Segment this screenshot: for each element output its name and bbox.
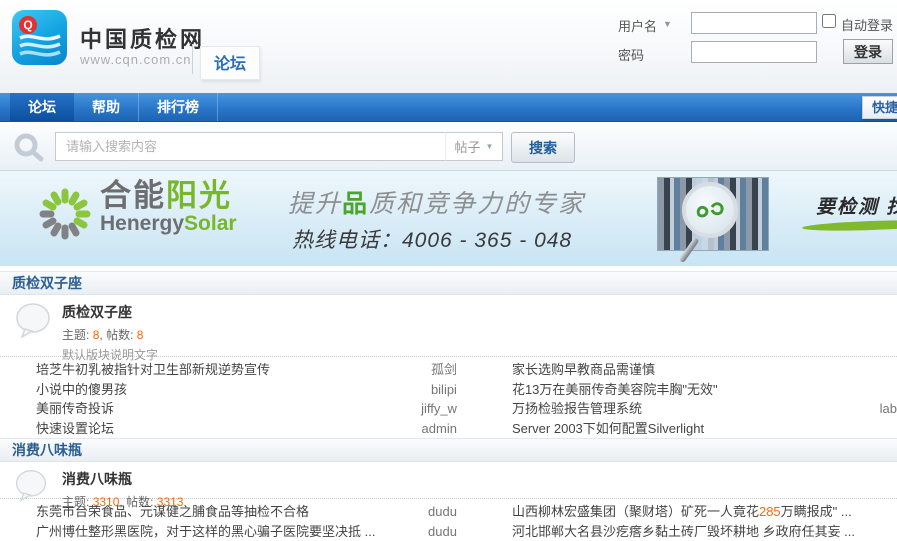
- logo-waves-icon: [16, 32, 64, 62]
- brand-en-green: Solar: [184, 212, 237, 235]
- speech-bubble-icon: [13, 301, 53, 341]
- ad-banner[interactable]: 合能阳光 HenergySolar 提升品质和竞争力的专家 热线电话：4006 …: [0, 171, 897, 266]
- magnifier-lens-icon: [682, 182, 738, 238]
- advertiser-brand: 合能阳光 HenergySolar: [100, 180, 237, 235]
- forum-row: 消费八味瓶 主题: 3310, 帖数: 3313: [0, 462, 897, 499]
- forum-stats: 主题: 8, 帖数: 8: [62, 326, 897, 343]
- site-logo-icon[interactable]: Q: [12, 10, 67, 65]
- thread-row: 快速设置论坛 admin: [36, 419, 457, 439]
- username-label: 用户名: [618, 16, 657, 35]
- thread-title-link[interactable]: 广州博仕整形黑医院，对于这样的黑心骗子医院要坚决抵 ...: [36, 522, 375, 541]
- sunburst-logo-icon: [36, 184, 94, 244]
- thread-author-link[interactable]: admin: [414, 419, 457, 439]
- thread-author-link[interactable]: [889, 380, 897, 400]
- nav-tab-forum[interactable]: 论坛: [10, 93, 74, 121]
- thread-author-link[interactable]: [889, 419, 897, 439]
- thread-row: 广州博仕整形黑医院，对于这样的黑心骗子医院要坚决抵 ... dudu: [36, 522, 457, 541]
- quick-nav-button[interactable]: 快捷: [862, 96, 897, 119]
- password-input[interactable]: [691, 41, 817, 63]
- thread-author-link[interactable]: bilipi: [423, 380, 457, 400]
- thread-title-link[interactable]: 花13万在美丽传奇美容院丰胸"无效": [512, 380, 718, 400]
- search-scope-select[interactable]: 帖子 ▼: [445, 132, 503, 161]
- site-name: 中国质检网: [80, 22, 205, 54]
- brand-cn-gray: 合能: [100, 178, 166, 213]
- username-input[interactable]: [691, 12, 817, 34]
- site-url: www.cqn.com.cn: [80, 52, 192, 67]
- header-divider: [192, 44, 193, 74]
- thread-row: 小说中的傻男孩 bilipi: [36, 380, 457, 400]
- slogan-deco-glyph: 品: [342, 190, 369, 218]
- brand-cn-green: 阳光: [166, 178, 232, 213]
- thread-author-link[interactable]: jiffy_w: [413, 399, 457, 419]
- thread-row: 万扬检验报告管理系统 lab: [512, 399, 897, 419]
- forum-name-link[interactable]: 消费八味瓶: [62, 469, 897, 489]
- thread-row: 河北邯郸大名县沙疙瘩乡黏土砖厂毁坏耕地 乡政府任其妄 ...: [512, 522, 897, 541]
- speech-bubble-icon: [13, 468, 49, 504]
- auto-login-checkbox[interactable]: [822, 14, 836, 28]
- main-nav: 论坛 帮助 排行榜 快捷: [0, 93, 897, 122]
- password-label: 密码: [618, 45, 644, 64]
- forum-badge[interactable]: 论坛: [200, 46, 260, 80]
- ad-hotline: 热线电话：4006 - 365 - 048: [292, 224, 572, 254]
- forum-row: 质检双子座 主题: 8, 帖数: 8 默认版块说明文字: [0, 295, 897, 357]
- thread-row: 花13万在美丽传奇美容院丰胸"无效": [512, 380, 897, 400]
- ad-note-text: 要检测 找: [816, 192, 897, 219]
- thread-title-link[interactable]: 河北邯郸大名县沙疙瘩乡黏土砖厂毁坏耕地 乡政府任其妄 ...: [512, 522, 855, 541]
- search-bar: 帖子 ▼ 搜索: [0, 122, 897, 171]
- forum-name-link[interactable]: 质检双子座: [62, 302, 897, 322]
- page-header: Q 中国质检网 www.cqn.com.cn 论坛 用户名 ▼ 自动登录 密码 …: [0, 0, 897, 93]
- thread-author-link[interactable]: dudu: [420, 522, 457, 541]
- magnifier-handle: [679, 237, 700, 263]
- section-title[interactable]: 质检双子座: [0, 271, 897, 295]
- ad-note-underline: [802, 219, 897, 233]
- thread-title-link[interactable]: 万扬检验报告管理系统: [512, 399, 642, 419]
- login-button[interactable]: 登录: [843, 39, 893, 64]
- ad-slogan: 提升品质和竞争力的专家: [288, 184, 585, 220]
- forum-description: 默认版块说明文字: [62, 346, 897, 363]
- thread-title-link[interactable]: Server 2003下如何配置Silverlight: [512, 419, 704, 439]
- posts-count: 8: [137, 328, 144, 342]
- search-input[interactable]: [55, 132, 445, 161]
- nav-tab-ranking[interactable]: 排行榜: [139, 93, 218, 121]
- search-scope-label: 帖子: [455, 137, 481, 156]
- thread-list: 培芝牛初乳被指针对卫生部新规逆势宣传 孤剑 小说中的傻男孩 bilipi 美丽传…: [0, 357, 897, 438]
- section-title[interactable]: 消费八味瓶: [0, 438, 897, 462]
- solar-panel-image: [657, 177, 769, 251]
- thread-title-link[interactable]: 美丽传奇投诉: [36, 399, 114, 419]
- thread-author-link[interactable]: lab: [872, 399, 897, 419]
- forum-section-xiaofei: 消费八味瓶 消费八味瓶 主题: 3310, 帖数: 3313 东莞市台荣食品、元…: [0, 438, 897, 541]
- posts-count: 3313: [157, 495, 184, 509]
- thread-title-link[interactable]: 快速设置论坛: [36, 419, 114, 439]
- nav-tab-help[interactable]: 帮助: [74, 93, 139, 121]
- thread-title-link[interactable]: 小说中的傻男孩: [36, 380, 127, 400]
- chevron-down-icon: ▼: [486, 142, 494, 151]
- search-button[interactable]: 搜索: [511, 132, 575, 163]
- topics-count: 3310: [93, 495, 120, 509]
- forum-stats: 主题: 3310, 帖数: 3313: [62, 493, 897, 510]
- forum-section-zhijian: 质检双子座 质检双子座 主题: 8, 帖数: 8 默认版块说明文字 培芝牛初乳被…: [0, 271, 897, 438]
- username-dropdown-icon[interactable]: ▼: [663, 19, 672, 29]
- thread-row: Server 2003下如何配置Silverlight: [512, 419, 897, 439]
- brand-en-gray: Henergy: [100, 212, 184, 235]
- search-icon: [13, 133, 45, 163]
- auto-login-label: 自动登录: [841, 15, 893, 34]
- thread-author-link[interactable]: [889, 522, 897, 541]
- thread-row: 美丽传奇投诉 jiffy_w: [36, 399, 457, 419]
